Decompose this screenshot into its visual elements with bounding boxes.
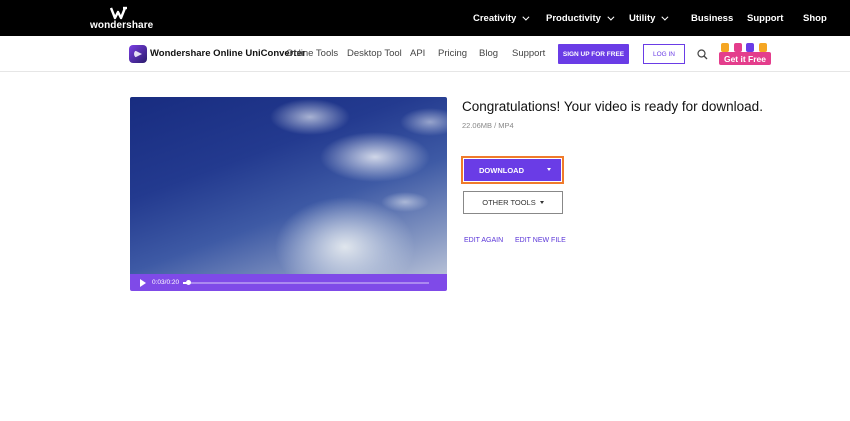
video-frame[interactable]: [130, 97, 447, 274]
play-icon[interactable]: [140, 278, 146, 287]
chevron-down-icon: [607, 13, 615, 21]
topnav-label: Utility: [629, 12, 656, 24]
topnav-label: Business: [691, 12, 734, 24]
nav-online-tools[interactable]: Online Tools: [286, 48, 338, 59]
chevron-down-icon: [522, 13, 530, 21]
topnav-label: Productivity: [546, 12, 601, 24]
app-name[interactable]: Wondershare Online UniConverter: [150, 48, 306, 59]
signup-button[interactable]: SIGN UP FOR FREE: [558, 44, 629, 64]
login-button[interactable]: LOG IN: [643, 44, 685, 64]
edit-new-file-link[interactable]: EDIT NEW FILE: [515, 237, 566, 244]
topnav-label: Creativity: [473, 12, 517, 24]
nav-desktop-tool[interactable]: Desktop Tool: [347, 48, 402, 59]
wondershare-logo-icon: [110, 6, 127, 20]
topnav-label: Support: [747, 12, 784, 24]
video-player[interactable]: 0:03/0:20: [130, 97, 447, 291]
other-tools-label: OTHER TOOLS: [482, 198, 536, 207]
topnav-utility[interactable]: Utility: [629, 0, 669, 36]
topnav-creativity[interactable]: Creativity: [473, 0, 530, 36]
topnav-business[interactable]: Business: [691, 0, 733, 36]
caret-down-icon[interactable]: [547, 168, 551, 171]
player-controls: 0:03/0:20: [130, 274, 447, 291]
caret-down-icon: [539, 201, 544, 204]
wondershare-logo[interactable]: wondershare: [90, 6, 154, 32]
download-button[interactable]: DOWNLOAD: [464, 159, 561, 181]
top-brand-bar: wondershare Creativity Productivity Util…: [0, 0, 850, 36]
search-icon[interactable]: [697, 49, 708, 60]
file-meta: 22.06MB / MP4: [462, 121, 514, 130]
uniconverter-logo-icon[interactable]: [129, 45, 147, 63]
nav-api[interactable]: API: [410, 48, 425, 59]
topnav-shop[interactable]: Shop: [803, 0, 827, 36]
chevron-down-icon: [661, 13, 669, 21]
topnav-support[interactable]: Support: [747, 0, 783, 36]
nav-blog[interactable]: Blog: [479, 48, 498, 59]
other-tools-button[interactable]: OTHER TOOLS: [463, 191, 563, 214]
get-it-free-promo[interactable]: Get it Free: [717, 43, 771, 67]
edit-again-link[interactable]: EDIT AGAIN: [464, 237, 503, 244]
product-nav-bar: Wondershare Online UniConverter Online T…: [0, 36, 850, 72]
playback-time: 0:03/0:20: [152, 279, 180, 286]
promo-label: Get it Free: [719, 52, 771, 65]
topnav-productivity[interactable]: Productivity: [546, 0, 615, 36]
progress-handle[interactable]: [186, 279, 192, 285]
download-label: DOWNLOAD: [479, 165, 524, 175]
page-title: Congratulations! Your video is ready for…: [462, 99, 763, 114]
progress-track[interactable]: [183, 279, 430, 285]
nav-pricing[interactable]: Pricing: [438, 48, 467, 59]
brand-name: wondershare: [90, 20, 154, 31]
topnav-label: Shop: [803, 12, 827, 24]
nav-support[interactable]: Support: [512, 48, 545, 59]
